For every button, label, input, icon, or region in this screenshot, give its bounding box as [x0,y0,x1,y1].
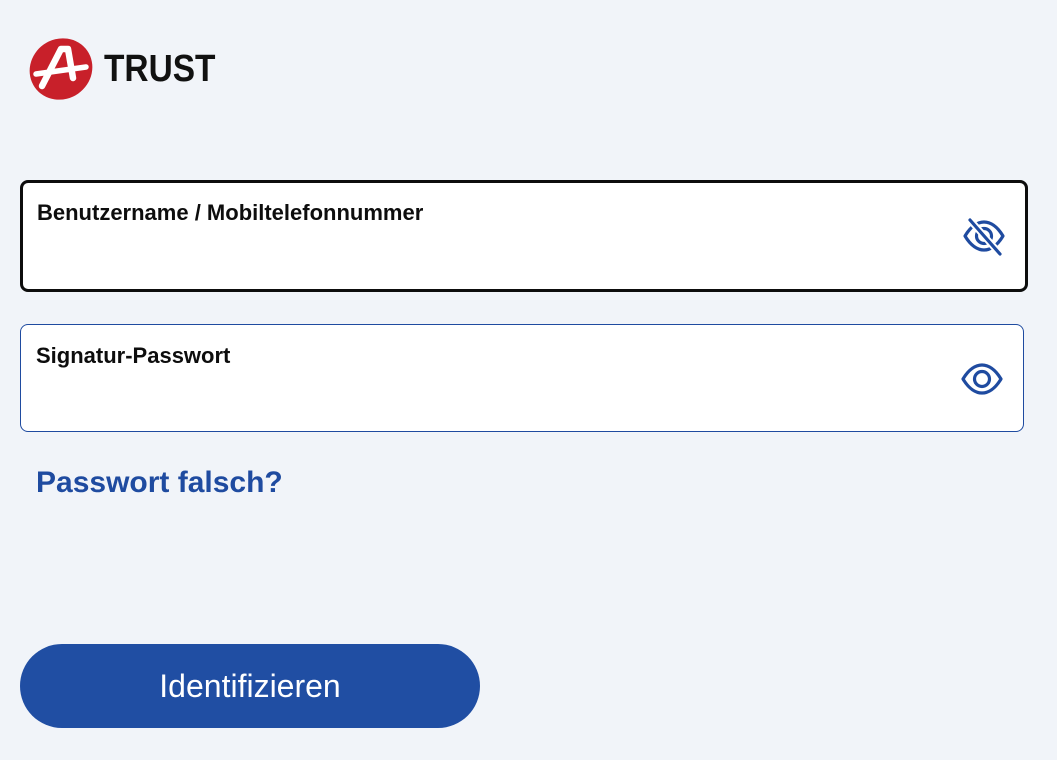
password-field[interactable]: Signatur-Passwort [20,324,1024,432]
username-input[interactable] [37,239,945,273]
password-visibility-toggle[interactable] [959,356,1005,402]
brand-logo: TRUST [28,36,231,102]
login-page: TRUST Benutzername / Mobiltelefonnummer … [0,0,1057,760]
username-visibility-toggle[interactable] [961,213,1007,259]
password-input[interactable] [35,381,943,415]
forgot-password-link[interactable]: Passwort falsch? [36,466,283,500]
username-label: Benutzername / Mobiltelefonnummer [37,200,424,225]
password-label: Signatur-Passwort [36,343,231,368]
eye-slash-icon [963,216,1005,258]
identify-button[interactable]: Identifizieren [20,644,480,728]
brand-name: TRUST [104,48,216,90]
a-trust-logo-icon [29,38,93,100]
username-field[interactable]: Benutzername / Mobiltelefonnummer [20,180,1028,292]
eye-icon [961,363,1003,395]
